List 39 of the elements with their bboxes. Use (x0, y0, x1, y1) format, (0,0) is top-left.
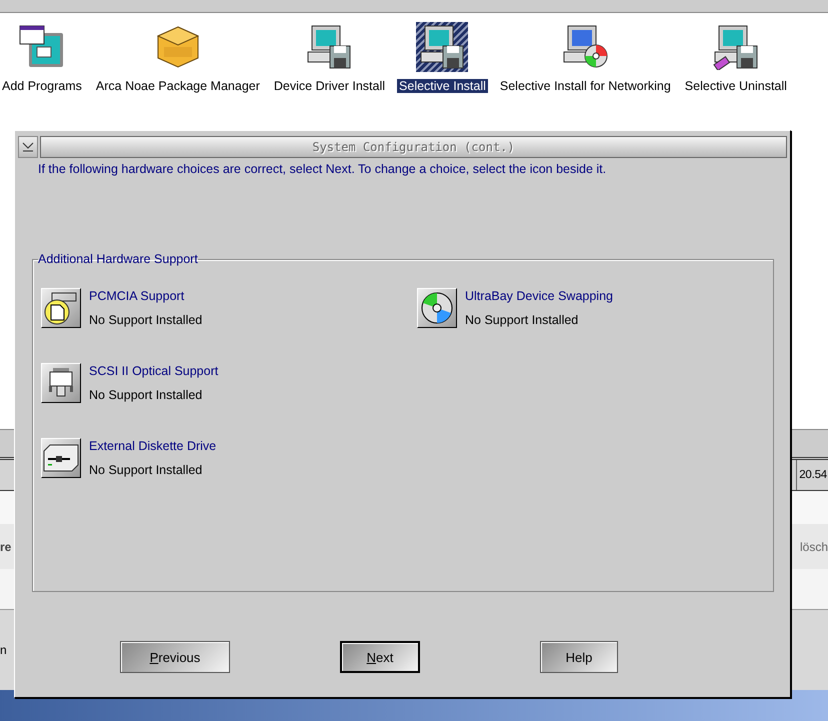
computer-diskette-icon (419, 24, 466, 70)
computer-diskette-icon (306, 24, 352, 70)
hardware-status: No Support Installed (89, 313, 202, 327)
program-label[interactable]: Arca Noae Package Manager (94, 79, 262, 93)
diskette-drive-icon (42, 443, 80, 473)
group-title: Additional Hardware Support (38, 252, 198, 266)
computer-cd-icon (562, 24, 608, 70)
program-label[interactable]: Selective Install for Networking (498, 79, 673, 93)
package-box-icon (154, 25, 201, 69)
program-label[interactable]: Device Driver Install (272, 79, 388, 93)
hardware-icon-button[interactable] (41, 363, 81, 403)
program-icon-tile[interactable] (416, 22, 468, 72)
previous-button[interactable]: Previous (120, 641, 230, 673)
cd-icon (420, 291, 454, 325)
help-button[interactable]: Help (540, 641, 618, 673)
hardware-name: PCMCIA Support (89, 289, 186, 303)
hardware-name: UltraBay Device Swapping (465, 289, 613, 303)
system-menu-button[interactable] (18, 136, 38, 158)
program-label[interactable]: Selective Install (397, 79, 488, 93)
hardware-icon-button[interactable] (41, 288, 81, 328)
windows-icon (18, 25, 65, 69)
hardware-name: External Diskette Drive (89, 439, 216, 453)
background-text: n (0, 643, 7, 657)
hardware-icon-button[interactable] (41, 438, 81, 478)
computer-eraser-icon (712, 24, 759, 70)
hardware-icon-button[interactable] (417, 288, 457, 328)
hardware-status: No Support Installed (89, 463, 204, 477)
menu-icon (22, 142, 34, 152)
background-text: lösch (800, 540, 828, 554)
document-card-icon (44, 291, 78, 325)
hardware-status: No Support Installed (465, 313, 580, 327)
program-label[interactable]: Add Programs (0, 79, 84, 93)
window-title: System Configuration (cont.) (40, 136, 787, 158)
background-text: re (0, 540, 12, 554)
hardware-status: No Support Installed (89, 388, 204, 402)
next-button[interactable]: Next (340, 641, 420, 673)
program-label[interactable]: Selective Uninstall (682, 79, 789, 93)
instructions-text: If the following hardware choices are correct, select Next. To change a choice, select the icon beside it. (38, 162, 608, 176)
hardware-name: SCSI II Optical Support (89, 364, 218, 378)
